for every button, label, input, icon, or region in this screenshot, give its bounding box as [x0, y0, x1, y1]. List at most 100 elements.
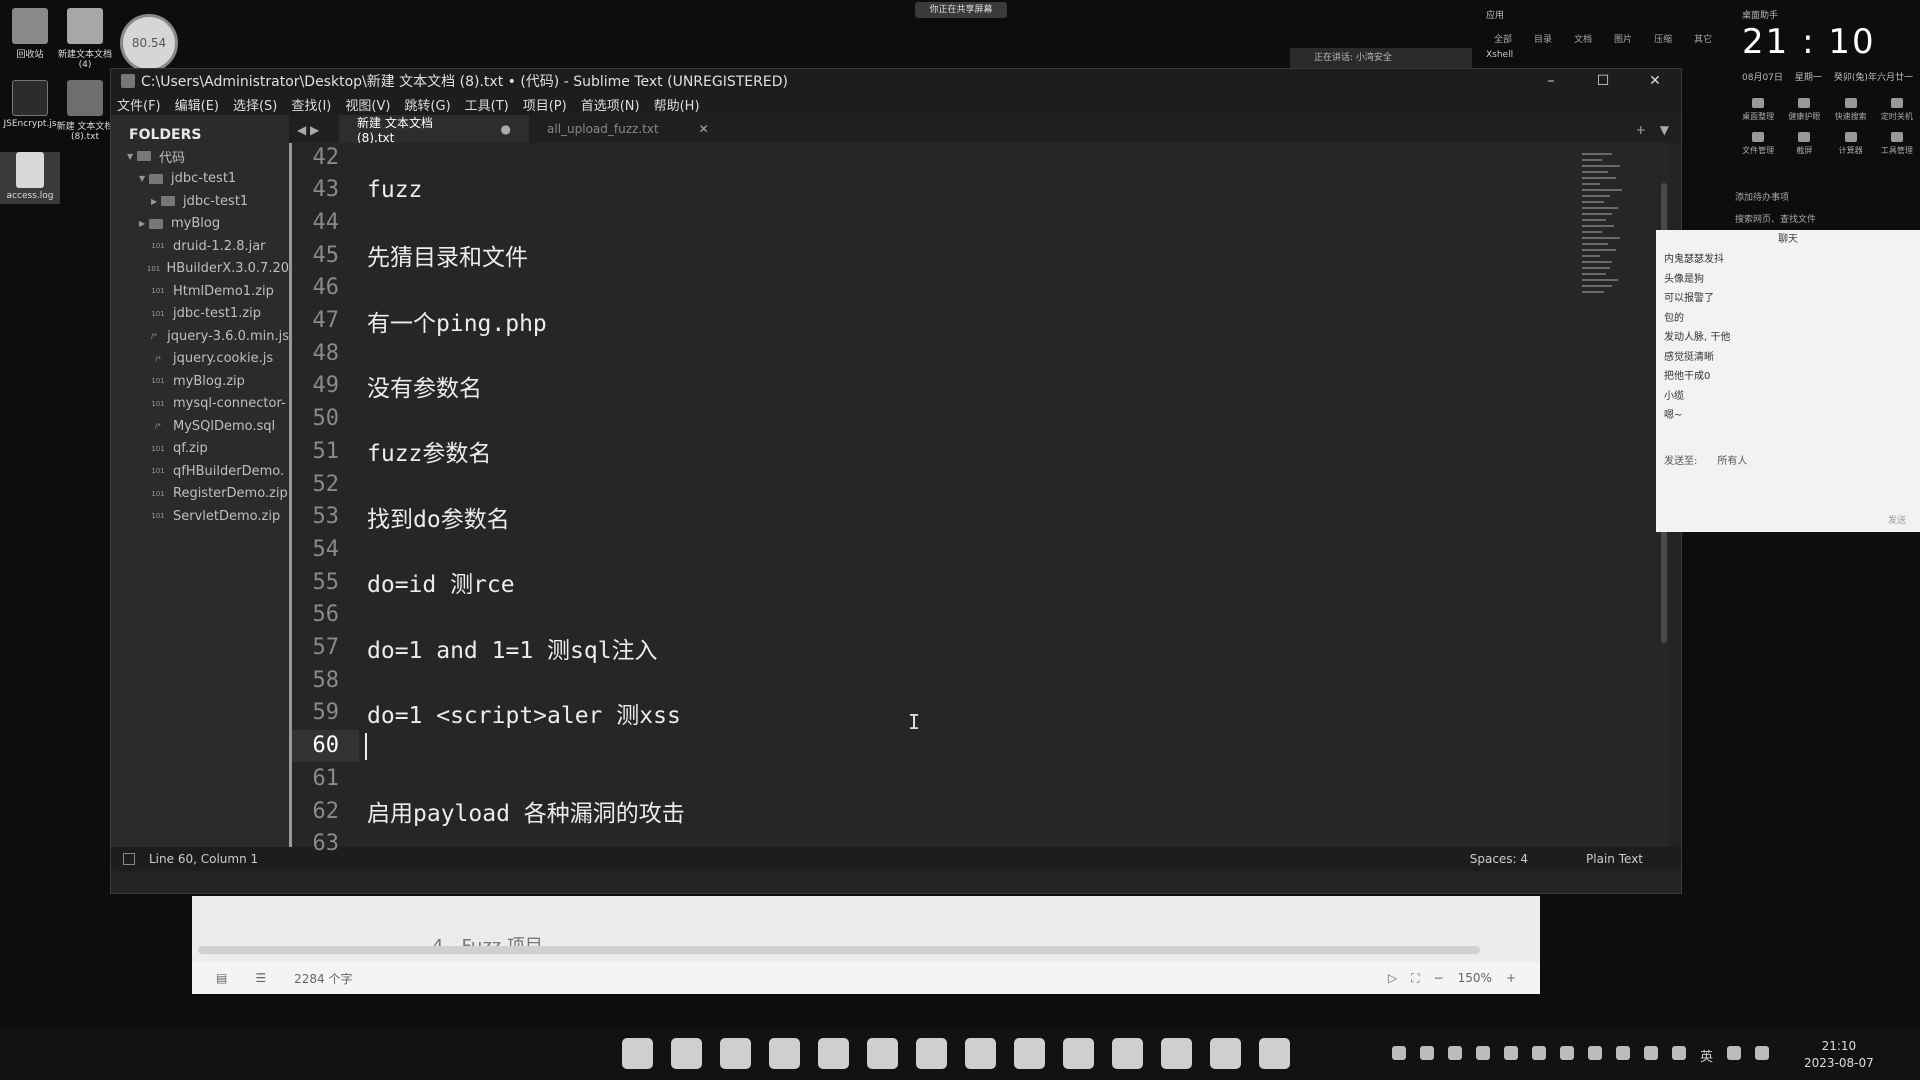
tray-app-icon[interactable] [1588, 1046, 1602, 1060]
start-icon[interactable] [622, 1038, 653, 1069]
sublime-text-icon[interactable] [1161, 1038, 1192, 1069]
menu-tools[interactable]: 工具(T) [465, 95, 509, 114]
widget-tab[interactable]: 图片 [1614, 32, 1632, 45]
widget-search[interactable]: 搜索网页、查找文件 [1735, 212, 1816, 225]
code-line[interactable]: 52 [289, 468, 1589, 500]
input-language[interactable]: 英 [1700, 1046, 1713, 1065]
code-line[interactable]: 48 [289, 337, 1589, 369]
taskbar-clock[interactable]: 21:10 2023-08-07 [1804, 1038, 1874, 1072]
desktop-icon-new-folder[interactable]: 新建文本文档 (4) [55, 8, 115, 70]
webstorm-icon[interactable] [1014, 1038, 1045, 1069]
menu-goto[interactable]: 跳转(G) [404, 95, 450, 114]
code-area[interactable]: 42 43 fuzz 44 45 先猜目录和文件 46 47 有一个ping.php 48 49 没有… [289, 143, 1669, 871]
code-line[interactable]: 54 [289, 533, 1589, 565]
document-scrollbar[interactable] [198, 946, 1480, 954]
menu-preferences[interactable]: 首选项(N) [581, 95, 640, 114]
app-icon[interactable] [1259, 1038, 1290, 1069]
tray-app-icon[interactable] [1560, 1046, 1574, 1060]
widget-tool[interactable]: 健康护眼 [1781, 98, 1827, 122]
network-icon[interactable] [1727, 1046, 1742, 1060]
code-line[interactable]: 56 [289, 599, 1589, 631]
tray-app-icon[interactable] [1616, 1046, 1630, 1060]
tray-app-icon[interactable] [1532, 1046, 1546, 1060]
widget-tab[interactable]: 目录 [1534, 32, 1552, 45]
code-line[interactable]: 53 找到do参数名 [289, 501, 1589, 533]
screen-share-indicator[interactable]: 你正在共享屏幕 [915, 2, 1007, 18]
syntax-selector[interactable]: Plain Text [1586, 852, 1643, 866]
tab-all-upload-fuzz[interactable]: all_upload_fuzz.txt ✕ [529, 115, 709, 143]
terminal-icon[interactable] [1063, 1038, 1094, 1069]
code-line[interactable]: 49 没有参数名 [289, 370, 1589, 402]
mail-icon[interactable] [916, 1038, 947, 1069]
code-line[interactable]: 47 有一个ping.php [289, 305, 1589, 337]
code-line[interactable]: 45 先猜目录和文件 [289, 239, 1589, 272]
widget-tab[interactable]: 其它 [1694, 32, 1712, 45]
menu-view[interactable]: 视图(V) [345, 95, 390, 114]
zoom-in-button[interactable]: + [1506, 971, 1516, 985]
sidebar-item[interactable]: 101 qfHBuilderDemo. [111, 460, 289, 483]
widget-tool[interactable]: 文件管理 [1735, 132, 1781, 156]
widget-tab[interactable]: 全部 [1494, 32, 1512, 45]
battery-icon[interactable] [1644, 1046, 1658, 1060]
page-view-icon[interactable]: ▤ [216, 971, 227, 985]
sidebar-item[interactable]: /* jquery-3.6.0.min.js [111, 325, 289, 348]
expand-arrow-icon[interactable]: ▼ [127, 152, 137, 161]
sidebar-item[interactable]: ▶ jdbc-test1 [111, 190, 289, 213]
desktop-icon-recycle-bin[interactable]: 回收站 [0, 8, 60, 60]
widget-tool[interactable]: 定时关机 [1874, 98, 1920, 122]
menu-file[interactable]: 文件(F) [117, 95, 161, 114]
volume-icon[interactable] [1755, 1046, 1770, 1060]
tab-active-file[interactable]: 新建 文本文档 (8).txt ● [339, 115, 529, 145]
widget-tool[interactable]: 快速搜索 [1828, 98, 1874, 122]
code-line[interactable]: 44 [289, 206, 1589, 238]
send-to-select[interactable]: 所有人 [1717, 452, 1747, 467]
desktop-icon-jsencrypt[interactable]: JSEncrypt.js [0, 80, 60, 129]
sidebar-item[interactable]: 101 jdbc-test1.zip [111, 303, 289, 326]
widget-tool[interactable]: 截屏 [1781, 132, 1827, 156]
indentation-setting[interactable]: Spaces: 4 [1470, 852, 1528, 866]
shield-icon[interactable] [1476, 1046, 1490, 1060]
code-line[interactable]: 50 [289, 403, 1589, 435]
powerpoint-icon[interactable] [965, 1038, 996, 1069]
unsaved-dot-icon[interactable]: ● [501, 122, 511, 136]
code-line[interactable]: 58 [289, 664, 1589, 696]
send-button[interactable]: 发送 [1888, 513, 1906, 526]
sidebar-item[interactable]: 101 qf.zip [111, 438, 289, 461]
code-line[interactable]: 57 do=1 and 1=1 测sql注入 [289, 632, 1589, 664]
photos-icon[interactable] [818, 1038, 849, 1069]
tray-app-icon[interactable] [1420, 1046, 1434, 1060]
file-explorer-icon[interactable] [671, 1038, 702, 1069]
menu-find[interactable]: 查找(I) [291, 95, 331, 114]
desktop-icon-access-log[interactable]: access.log [0, 152, 60, 204]
tray-app-icon[interactable] [1448, 1046, 1462, 1060]
minimap[interactable] [1582, 153, 1630, 303]
layout-icon[interactable]: ☰ [255, 971, 266, 985]
expand-arrow-icon[interactable]: ▶ [139, 219, 149, 228]
code-line[interactable]: 55 do=id 测rce [289, 566, 1589, 599]
sidebar-item[interactable]: /* MySQlDemo.sql [111, 415, 289, 438]
sidebar-item[interactable]: 101 ServletDemo.zip [111, 505, 289, 528]
code-line[interactable]: 62 启用payload 各种漏洞的攻击 [289, 795, 1589, 828]
code-line[interactable]: 51 fuzz参数名 [289, 435, 1589, 468]
notepad-icon[interactable] [1112, 1038, 1143, 1069]
sidebar-item[interactable]: 101 HtmlDemo1.zip [111, 280, 289, 303]
code-line[interactable]: 61 [289, 762, 1589, 794]
menu-project[interactable]: 项目(P) [523, 95, 567, 114]
widget-tool[interactable]: 工具管理 [1874, 132, 1920, 156]
code-line[interactable]: 42 [289, 143, 1589, 173]
close-button[interactable]: ✕ [1629, 69, 1681, 93]
edge-icon[interactable] [720, 1038, 751, 1069]
panel-toggle-icon[interactable] [123, 853, 135, 865]
menu-edit[interactable]: 编辑(E) [175, 95, 219, 114]
tray-app-icon[interactable] [1392, 1046, 1406, 1060]
tab-nav-arrows[interactable]: ◀ ▶ [289, 123, 339, 143]
store-icon[interactable] [867, 1038, 898, 1069]
desktop-icon-text-file[interactable]: 新建 文本文档 (8).txt [55, 80, 115, 142]
tab-list-chevron-icon[interactable]: ▼ [1660, 123, 1669, 137]
microphone-icon[interactable] [1672, 1046, 1686, 1060]
maximize-button[interactable]: ☐ [1577, 69, 1629, 93]
sidebar-item[interactable]: ▼ 代码 [111, 145, 289, 168]
sidebar-item[interactable]: 101 druid-1.2.8.jar [111, 235, 289, 258]
add-todo-link[interactable]: 添加待办事项 [1735, 190, 1789, 203]
word-count[interactable]: 2284 个字 [294, 970, 352, 987]
